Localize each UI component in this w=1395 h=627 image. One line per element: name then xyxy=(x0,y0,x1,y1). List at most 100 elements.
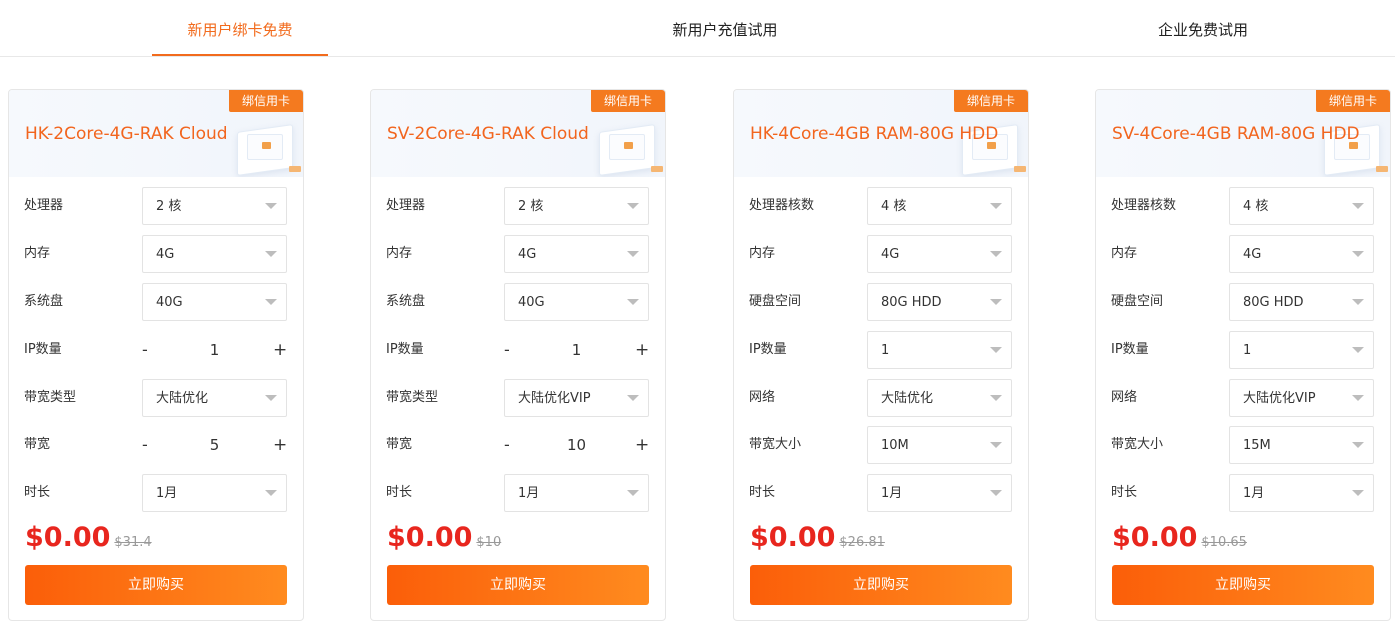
tab-enterprise-free-trial[interactable]: 企业免费试用 xyxy=(1115,0,1291,56)
chevron-down-icon xyxy=(627,490,639,496)
select-value: 10M xyxy=(881,438,909,453)
config-row: 硬盘空间 80G HDD xyxy=(1111,283,1375,321)
server-chip-shape xyxy=(624,142,633,149)
buy-now-button[interactable]: 立即购买 xyxy=(387,565,649,605)
config-row: 内存 4G xyxy=(24,235,288,273)
price-block: $0.00 $26.81 xyxy=(750,522,885,553)
config-select[interactable]: 1月 xyxy=(142,474,287,512)
config-select[interactable]: 80G HDD xyxy=(867,283,1012,321)
config-label: 时长 xyxy=(749,485,776,500)
credit-card-badge: 绑信用卡 xyxy=(229,90,303,112)
config-select[interactable]: 4G xyxy=(867,235,1012,273)
chevron-down-icon xyxy=(1352,203,1364,209)
config-select[interactable]: 4G xyxy=(142,235,287,273)
stepper-value: 10 xyxy=(566,436,587,454)
select-value: 大陆优化 xyxy=(156,391,209,406)
config-select[interactable]: 4 核 xyxy=(867,187,1012,225)
select-value: 大陆优化 xyxy=(881,391,934,406)
increment-button[interactable]: + xyxy=(273,426,287,464)
plan-title: HK-4Core-4GB RAM-80G HDD xyxy=(750,124,999,144)
config-select[interactable]: 1 xyxy=(1229,331,1374,369)
config-row: 处理器核数 4 核 xyxy=(1111,187,1375,225)
config-select[interactable]: 4G xyxy=(1229,235,1374,273)
config-select[interactable]: 大陆优化 xyxy=(867,379,1012,417)
select-value: 4 核 xyxy=(1243,199,1269,214)
current-price: $0.00 xyxy=(1112,522,1198,553)
select-value: 4G xyxy=(1243,247,1262,262)
config-select[interactable]: 15M xyxy=(1229,426,1374,464)
config-select[interactable]: 2 核 xyxy=(142,187,287,225)
buy-now-button[interactable]: 立即购买 xyxy=(25,565,287,605)
config-select[interactable]: 1月 xyxy=(1229,474,1374,512)
config-label: 系统盘 xyxy=(386,294,426,309)
config-label: 带宽大小 xyxy=(749,437,802,452)
config-row: 系统盘 40G xyxy=(386,283,650,321)
select-value: 1 xyxy=(1243,343,1252,358)
chevron-down-icon xyxy=(1352,442,1364,448)
plan-card-header: 绑信用卡 SV-2Core-4G-RAK Cloud xyxy=(371,90,665,177)
config-label: IP数量 xyxy=(1111,342,1149,357)
config-row: 内存 4G xyxy=(386,235,650,273)
config-row: 带宽 - 5 + xyxy=(24,426,288,464)
plan-card: 绑信用卡 SV-4Core-4GB RAM-80G HDD 处理器核数 4 核内存 4G… xyxy=(1095,89,1391,621)
config-row: 时长 1月 xyxy=(749,474,1013,512)
server-accent-shape xyxy=(651,166,663,172)
tab-new-user-card-free[interactable]: 新用户绑卡免费 xyxy=(152,0,328,56)
config-label: 内存 xyxy=(749,246,776,261)
config-label: 时长 xyxy=(386,485,413,500)
config-label: IP数量 xyxy=(749,342,787,357)
config-row: 时长 1月 xyxy=(1111,474,1375,512)
chevron-down-icon xyxy=(990,490,1002,496)
decrement-button[interactable]: - xyxy=(142,331,156,369)
select-value: 大陆优化VIP xyxy=(518,391,591,406)
decrement-button[interactable]: - xyxy=(504,426,518,464)
chevron-down-icon xyxy=(265,299,277,305)
config-label: 网络 xyxy=(1111,390,1138,405)
decrement-button[interactable]: - xyxy=(142,426,156,464)
config-select[interactable]: 40G xyxy=(142,283,287,321)
config-label: 处理器 xyxy=(24,198,64,213)
config-row: 硬盘空间 80G HDD xyxy=(749,283,1013,321)
config-select[interactable]: 4 核 xyxy=(1229,187,1374,225)
chevron-down-icon xyxy=(990,299,1002,305)
select-value: 2 核 xyxy=(156,199,182,214)
config-select[interactable]: 2 核 xyxy=(504,187,649,225)
select-value: 40G xyxy=(518,295,545,310)
select-value: 1月 xyxy=(518,486,540,501)
config-label: 带宽 xyxy=(24,437,51,452)
config-select[interactable]: 1月 xyxy=(504,474,649,512)
chevron-down-icon xyxy=(265,395,277,401)
chevron-down-icon xyxy=(990,251,1002,257)
buy-now-button[interactable]: 立即购买 xyxy=(1112,565,1374,605)
config-select[interactable]: 大陆优化VIP xyxy=(1229,379,1374,417)
buy-now-button[interactable]: 立即购买 xyxy=(750,565,1012,605)
config-select[interactable]: 大陆优化 xyxy=(142,379,287,417)
chevron-down-icon xyxy=(990,203,1002,209)
chevron-down-icon xyxy=(627,299,639,305)
config-select[interactable]: 40G xyxy=(504,283,649,321)
config-select[interactable]: 大陆优化VIP xyxy=(504,379,649,417)
plan-card: 绑信用卡 SV-2Core-4G-RAK Cloud 处理器 2 核内存 4G 系统盘 40… xyxy=(370,89,666,621)
config-label: 内存 xyxy=(1111,246,1138,261)
stepper-value: 5 xyxy=(209,436,220,454)
increment-button[interactable]: + xyxy=(273,331,287,369)
increment-button[interactable]: + xyxy=(635,331,649,369)
chevron-down-icon xyxy=(265,490,277,496)
config-select[interactable]: 4G xyxy=(504,235,649,273)
config-select[interactable]: 1月 xyxy=(867,474,1012,512)
config-row: IP数量 - 1 + xyxy=(386,331,650,369)
config-select[interactable]: 1 xyxy=(867,331,1012,369)
config-select[interactable]: 10M xyxy=(867,426,1012,464)
select-value: 80G HDD xyxy=(1243,295,1304,310)
increment-button[interactable]: + xyxy=(635,426,649,464)
server-accent-shape xyxy=(1376,166,1388,172)
quantity-stepper: - 10 + xyxy=(504,426,649,464)
config-select[interactable]: 80G HDD xyxy=(1229,283,1374,321)
decrement-button[interactable]: - xyxy=(504,331,518,369)
select-value: 4 核 xyxy=(881,199,907,214)
server-accent-shape xyxy=(1014,166,1026,172)
price-block: $0.00 $10 xyxy=(387,522,501,553)
select-value: 大陆优化VIP xyxy=(1243,391,1316,406)
credit-card-badge: 绑信用卡 xyxy=(954,90,1028,112)
tab-new-user-recharge-trial[interactable]: 新用户充值试用 xyxy=(637,0,813,56)
